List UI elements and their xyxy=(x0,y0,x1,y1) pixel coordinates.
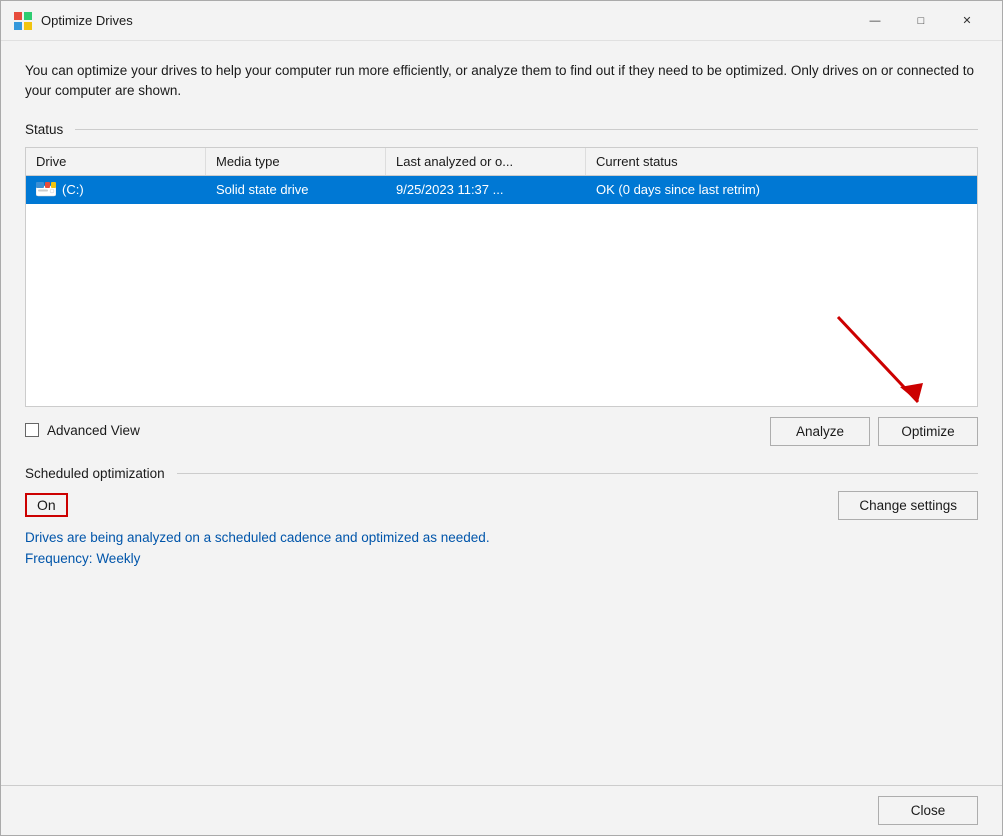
col-drive: Drive xyxy=(26,148,206,175)
table-row[interactable]: (C:) Solid state drive 9/25/2023 11:37 .… xyxy=(26,176,977,204)
defrag-icon xyxy=(14,12,32,30)
col-media-type: Media type xyxy=(206,148,386,175)
spacer xyxy=(25,566,978,766)
maximize-button[interactable]: □ xyxy=(898,5,944,37)
drive-buttons: Analyze Optimize xyxy=(770,417,978,446)
cell-last-analyzed: 9/25/2023 11:37 ... xyxy=(386,176,586,204)
analyze-button[interactable]: Analyze xyxy=(770,417,870,446)
status-divider xyxy=(75,129,978,130)
optimize-button-wrapper: Optimize xyxy=(878,417,978,446)
col-current-status: Current status xyxy=(586,148,977,175)
advanced-view-label[interactable]: Advanced View xyxy=(25,423,140,438)
close-button[interactable]: Close xyxy=(878,796,978,825)
optimize-button[interactable]: Optimize xyxy=(878,417,978,446)
table-header: Drive Media type Last analyzed or o... C… xyxy=(26,148,977,176)
status-section-header: Status xyxy=(25,122,978,137)
scheduled-section-header: Scheduled optimization xyxy=(25,466,978,481)
on-badge: On xyxy=(25,493,68,517)
minimize-button[interactable]: — xyxy=(852,5,898,37)
description-text: You can optimize your drives to help you… xyxy=(25,61,978,102)
cell-media-type: Solid state drive xyxy=(206,176,386,204)
title-controls: — □ ✕ xyxy=(852,5,990,37)
col-last-analyzed: Last analyzed or o... xyxy=(386,148,586,175)
scheduled-divider xyxy=(177,473,978,474)
scheduled-section-title: Scheduled optimization xyxy=(25,466,165,481)
drive-icon xyxy=(36,182,56,198)
drive-table: Drive Media type Last analyzed or o... C… xyxy=(25,147,978,407)
change-settings-button[interactable]: Change settings xyxy=(838,491,978,520)
scheduled-section: Scheduled optimization On Change setting… xyxy=(25,466,978,566)
status-section-title: Status xyxy=(25,122,63,137)
scheduled-description: Drives are being analyzed on a scheduled… xyxy=(25,530,978,545)
main-content: You can optimize your drives to help you… xyxy=(1,41,1002,785)
on-badge-wrapper: On xyxy=(25,493,76,517)
window-title: Optimize Drives xyxy=(41,13,852,28)
app-icon xyxy=(13,11,33,31)
close-title-button[interactable]: ✕ xyxy=(944,5,990,37)
title-bar: Optimize Drives — □ ✕ xyxy=(1,1,1002,41)
scheduled-top-row: On Change settings xyxy=(25,491,978,520)
actions-row: Advanced View Analyze Optimize xyxy=(25,415,978,446)
hdd-icon xyxy=(36,182,56,198)
optimize-drives-window: Optimize Drives — □ ✕ You can optimize y… xyxy=(0,0,1003,836)
advanced-view-checkbox[interactable] xyxy=(25,423,39,437)
scheduled-frequency: Frequency: Weekly xyxy=(25,551,978,566)
cell-drive: (C:) xyxy=(26,176,206,204)
bottom-bar: Close xyxy=(1,785,1002,835)
cell-current-status: OK (0 days since last retrim) xyxy=(586,176,977,204)
